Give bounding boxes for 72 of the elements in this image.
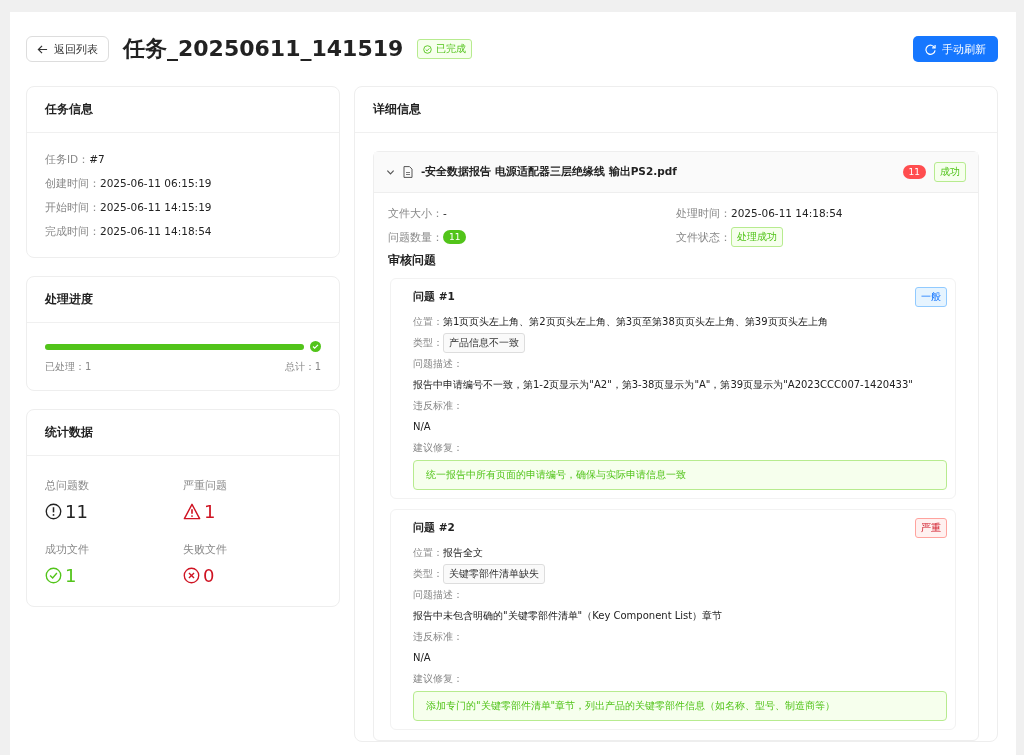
issue-type-tag: 关键零部件清单缺失 [443, 564, 545, 584]
issue-title: 问题 #1 [413, 290, 455, 304]
field-label: 位置： [413, 547, 443, 558]
field-value: 2025-06-11 06:15:19 [100, 176, 212, 191]
issue-description: 报告中申请编号不一致，第1-2页显示为"A2"，第3-38页显示为"A"，第39页显示为"A2023CCC007-1420433" [413, 378, 914, 392]
field-value: #7 [89, 152, 105, 167]
file-header[interactable]: -安全数据报告 电源适配器三层绝缘线 输出PS2.pdf 11 成功 [374, 152, 978, 193]
field-label: 任务ID： [45, 152, 90, 167]
total-count: 总计：1 [284, 360, 321, 374]
field-label: 完成时间： [45, 224, 100, 239]
card-title: 任务信息 [27, 87, 339, 133]
stat-label: 成功文件 [45, 543, 89, 555]
file-name: -安全数据报告 电源适配器三层绝缘线 输出PS2.pdf [421, 165, 677, 179]
field-label: 文件大小： [388, 206, 443, 221]
field-label: 问题描述： [413, 589, 463, 600]
page-title: 任务_20250611_141519 [123, 35, 404, 63]
issue-location: 报告全文 [443, 547, 483, 558]
stat-label: 严重问题 [183, 479, 227, 491]
field-label: 问题数量： [388, 230, 443, 245]
violated-standard: N/A [413, 420, 432, 434]
processed-time: 2025-06-11 14:18:54 [731, 206, 843, 221]
violated-standard: N/A [413, 651, 432, 665]
stat-value: 11 [65, 501, 88, 522]
issue-location: 第1页页头左上角、第2页页头左上角、第3页至第38页页头左上角、第39页页头左上角 [443, 316, 828, 327]
field-label: 开始时间： [45, 200, 100, 215]
severity-tag: 一般 [915, 287, 947, 307]
suggested-fix: 统一报告中所有页面的申请编号，确保与实际申请信息一致 [413, 460, 947, 490]
field-label: 建议修复： [413, 673, 463, 684]
section-title: 审核问题 [387, 252, 437, 269]
field-value: 2025-06-11 14:15:19 [100, 200, 212, 215]
card-title: 统计数据 [27, 410, 339, 456]
issue-count-badge: 11 [443, 230, 467, 244]
success-tag: 成功 [934, 162, 966, 182]
arrow-left-icon [37, 43, 48, 55]
check-circle-icon [423, 44, 433, 54]
file-size: - [443, 206, 447, 221]
exclamation-circle-icon [45, 503, 62, 520]
check-circle-icon [310, 341, 321, 352]
field-label: 位置： [413, 316, 443, 327]
severity-tag: 严重 [915, 518, 947, 538]
card-title: 处理进度 [27, 277, 339, 323]
card-title: 详细信息 [355, 87, 997, 133]
field-label: 文件状态： [676, 230, 731, 245]
field-label: 建议修复： [413, 442, 463, 453]
stat-value: 1 [65, 565, 77, 586]
field-label: 处理时间： [676, 206, 731, 221]
stat-value: 0 [203, 565, 215, 586]
file-status-tag: 处理成功 [731, 227, 783, 247]
stat-value: 1 [204, 501, 216, 522]
file-icon [403, 166, 413, 178]
field-label: 创建时间： [45, 176, 100, 191]
stat-label: 总问题数 [45, 479, 89, 491]
field-label: 违反标准： [413, 631, 463, 642]
x-circle-icon [183, 567, 200, 584]
issue-count-badge: 11 [902, 165, 926, 179]
status-tag: 已完成 [417, 39, 473, 59]
refresh-icon [925, 43, 936, 55]
field-label: 类型： [413, 337, 443, 348]
refresh-button[interactable]: 手动刷新 [913, 36, 998, 62]
stat-label: 失败文件 [183, 543, 227, 555]
processed-count: 已处理：1 [45, 360, 92, 374]
check-circle-icon [45, 567, 62, 584]
issue-description: 报告中未包含明确的"关键零部件清单"（Key Component List）章节 [413, 609, 724, 623]
field-label: 问题描述： [413, 358, 463, 369]
field-label: 违反标准： [413, 400, 463, 411]
suggested-fix: 添加专门的"关键零部件清单"章节，列出产品的关键零部件信息（如名称、型号、制造商等） [413, 691, 947, 721]
issue-title: 问题 #2 [413, 521, 455, 535]
issue-type-tag: 产品信息不一致 [443, 333, 525, 353]
back-button[interactable]: 返回列表 [26, 36, 109, 62]
warning-triangle-icon [183, 503, 201, 520]
field-value: 2025-06-11 14:18:54 [100, 224, 212, 239]
field-label: 类型： [413, 568, 443, 579]
